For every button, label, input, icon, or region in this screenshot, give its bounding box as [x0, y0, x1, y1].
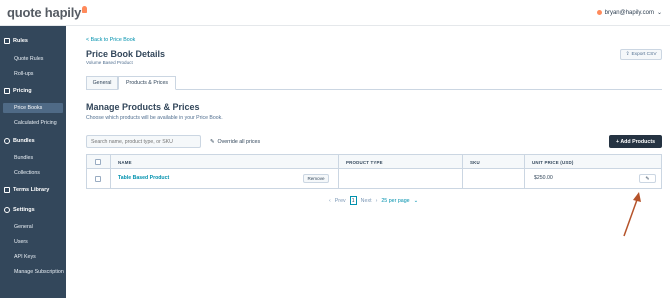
column-divider	[462, 155, 463, 188]
products-table: NAME PRODUCT TYPE SKU UNIT PRICE (USD) T…	[86, 154, 662, 189]
search-input[interactable]	[86, 135, 201, 148]
sidebar-section-terms-library[interactable]: Terms Library	[4, 187, 49, 193]
row-checkbox[interactable]	[95, 176, 101, 182]
page-subtitle: Volume Based Product	[86, 60, 133, 65]
back-to-price-book-link[interactable]: < Back to Price Book	[86, 37, 135, 43]
top-bar: quote hapily bryan@hapily.com ⌄	[0, 0, 670, 26]
main-content: < Back to Price Book Price Book Details …	[66, 26, 670, 298]
user-menu[interactable]: bryan@hapily.com ⌄	[596, 9, 662, 16]
pagination: ‹ Prev 1 Next › 25 per page ⌄	[329, 196, 418, 205]
remove-button[interactable]: Remove	[303, 174, 329, 183]
column-divider	[110, 155, 111, 188]
per-page-select[interactable]: 25 per page	[381, 198, 409, 204]
sidebar-section-bundles[interactable]: Bundles	[4, 138, 35, 144]
section-description: Choose which products will be available …	[86, 115, 223, 121]
override-all-prices-button[interactable]: ✎ Override all prices	[210, 139, 260, 145]
column-header-sku[interactable]: SKU	[470, 155, 480, 169]
column-divider	[338, 155, 339, 188]
user-avatar	[596, 10, 602, 15]
sidebar-item-api-keys[interactable]: API Keys	[14, 254, 36, 260]
bundles-icon	[4, 138, 10, 144]
user-email: bryan@hapily.com	[604, 9, 654, 16]
add-products-button[interactable]: + Add Products	[609, 135, 662, 148]
table-header: NAME PRODUCT TYPE SKU UNIT PRICE (USD)	[87, 155, 661, 169]
sidebar-item-general[interactable]: General	[14, 224, 33, 230]
sidebar-section-label: Rules	[13, 38, 28, 44]
pencil-icon: ✎	[645, 175, 650, 182]
sidebar-section-label: Bundles	[13, 138, 35, 144]
select-all-checkbox[interactable]	[95, 159, 101, 165]
pencil-icon: ✎	[210, 139, 215, 145]
chevron-down-icon: ⌄	[413, 197, 419, 204]
logo-mark-icon	[82, 6, 88, 13]
terms-library-icon	[4, 187, 10, 193]
prev-page-button[interactable]: Prev	[335, 198, 346, 204]
tab-bar: General Products & Prices	[86, 76, 662, 90]
edit-price-button[interactable]: ✎	[639, 174, 656, 183]
chevron-left-icon[interactable]: ‹	[329, 198, 331, 204]
unit-price-cell: $250.00	[534, 175, 553, 181]
sidebar-item-roll-ups[interactable]: Roll-ups	[14, 71, 33, 77]
sidebar-item-calculated-pricing[interactable]: Calculated Pricing	[14, 120, 57, 126]
sidebar-item-manage-subscription[interactable]: Manage Subscription	[14, 269, 64, 275]
rules-icon	[4, 38, 10, 44]
chevron-right-icon[interactable]: ›	[376, 198, 378, 204]
sidebar-section-pricing[interactable]: Pricing	[4, 88, 32, 94]
product-name-link[interactable]: Table Based Product	[118, 175, 169, 181]
sidebar-item-price-books[interactable]: Price Books	[14, 105, 42, 111]
column-header-product-type[interactable]: PRODUCT TYPE	[346, 155, 383, 169]
tab-general[interactable]: General	[86, 76, 118, 90]
section-title: Manage Products & Prices	[86, 102, 200, 112]
tab-products-prices[interactable]: Products & Prices	[118, 76, 176, 90]
override-all-prices-label: Override all prices	[217, 139, 261, 145]
export-csv-button[interactable]: ⇪ Export CSV	[620, 49, 662, 60]
sidebar: Rules Quote Rules Roll-ups Pricing Price…	[0, 26, 66, 298]
sidebar-item-bundles[interactable]: Bundles	[14, 155, 33, 161]
sidebar-section-label: Settings	[13, 207, 35, 213]
sidebar-item-collections[interactable]: Collections	[14, 170, 40, 176]
sidebar-item-quote-rules[interactable]: Quote Rules	[14, 56, 43, 62]
sidebar-section-settings[interactable]: Settings	[4, 207, 35, 213]
pricing-icon	[4, 88, 10, 94]
sidebar-section-label: Terms Library	[13, 187, 50, 193]
chevron-down-icon: ⌄	[656, 10, 662, 16]
column-header-name[interactable]: NAME	[118, 155, 132, 169]
export-icon: ⇪	[625, 52, 630, 57]
gear-icon	[4, 207, 10, 213]
sidebar-section-rules[interactable]: Rules	[4, 38, 28, 44]
sidebar-section-label: Pricing	[13, 88, 32, 94]
next-page-button[interactable]: Next	[361, 198, 372, 204]
brand-logo[interactable]: quote hapily	[7, 5, 88, 20]
column-divider	[524, 155, 525, 188]
column-header-unit-price[interactable]: UNIT PRICE (USD)	[532, 155, 574, 169]
export-csv-label: Export CSV	[631, 52, 657, 57]
page-title: Price Book Details	[86, 49, 166, 59]
current-page-number[interactable]: 1	[349, 196, 357, 205]
brand-logo-text: quote hapily	[7, 5, 82, 20]
sidebar-item-users[interactable]: Users	[14, 239, 28, 245]
